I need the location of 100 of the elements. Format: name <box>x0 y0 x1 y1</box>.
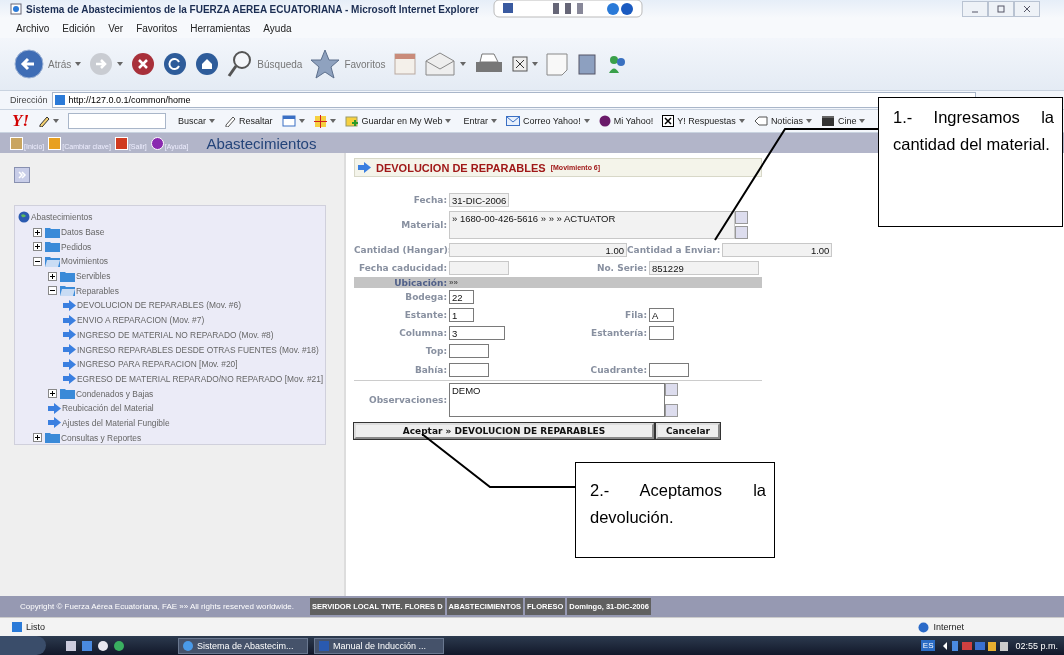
tree-item[interactable]: Consultas y Reportes <box>61 432 142 443</box>
start-button[interactable] <box>0 636 46 655</box>
scrollbar[interactable] <box>665 383 677 417</box>
folder-icon <box>60 388 75 400</box>
tree-item[interactable]: Servibles <box>76 271 111 282</box>
toolbar-button[interactable]: Correo Yahoo! <box>522 116 581 126</box>
menu-item[interactable]: Ayuda <box>263 22 292 34</box>
expand-toggle[interactable] <box>48 389 57 399</box>
caret-icon[interactable] <box>583 119 590 123</box>
text-field[interactable] <box>649 363 689 377</box>
logo[interactable]: Y! <box>12 111 29 131</box>
toolbar-button[interactable]: Mi Yahoo! <box>613 116 654 126</box>
caret-icon[interactable] <box>298 119 305 123</box>
expand-toggle[interactable] <box>33 227 42 237</box>
arrow-icon <box>63 358 76 370</box>
scrollbar[interactable] <box>735 211 747 239</box>
accept-button[interactable]: Aceptar » DEVOLUCION DE REPARABLES <box>354 423 654 439</box>
field-label: Estantería: <box>590 328 647 338</box>
collapse-toggle[interactable] <box>48 286 57 296</box>
tree-item[interactable]: Condenados y Bajas <box>76 388 154 399</box>
close-icon[interactable] <box>1023 5 1031 13</box>
text-field[interactable] <box>449 363 489 377</box>
tree-item[interactable]: ENVIO A REPARACION (Mov. #7) <box>77 315 205 326</box>
tree-item[interactable]: Reparables <box>76 285 119 296</box>
text-field[interactable]: 3 <box>449 326 505 340</box>
search-field[interactable] <box>68 113 166 129</box>
caret-icon[interactable] <box>531 62 538 66</box>
expand-toggle[interactable] <box>48 271 57 281</box>
toolbar-button[interactable]: Resaltar <box>239 116 273 126</box>
open-folder-icon <box>60 285 75 297</box>
text-field[interactable]: 22 <box>449 290 474 304</box>
caret-icon[interactable] <box>329 119 336 123</box>
caret-icon[interactable] <box>75 62 82 66</box>
caret-icon[interactable] <box>805 119 812 123</box>
tree-item[interactable]: Datos Base <box>61 227 105 238</box>
open-folder-icon <box>45 255 60 267</box>
tree-item[interactable]: INGRESO PARA REPARACION [Mov. #20] <box>77 359 238 370</box>
text-field[interactable]: 31-DIC-2006 <box>449 193 509 207</box>
text-field[interactable] <box>449 261 509 275</box>
tree-item[interactable]: EGRESO DE MATERIAL REPARADO/NO REPARADO [Mov. #21] <box>77 373 324 384</box>
address-label: Dirección <box>10 95 48 105</box>
text-area[interactable]: DEMO <box>449 383 665 417</box>
toolbar-button[interactable]: Y! Respuestas <box>677 116 736 126</box>
tree-item[interactable]: Ajustes del Material Fungible <box>62 417 170 428</box>
caret-icon[interactable] <box>445 119 452 123</box>
text-field[interactable]: 1 <box>449 308 474 322</box>
menu-item[interactable]: Edición <box>62 22 96 34</box>
home-icon <box>195 52 220 76</box>
toolbar-button[interactable]: Entrar <box>463 116 488 126</box>
text-field[interactable]: 851229 <box>649 261 759 275</box>
field-label: Material: <box>400 220 447 230</box>
text-field[interactable]: A <box>649 308 674 322</box>
caret-icon[interactable] <box>738 119 745 123</box>
tree-item[interactable]: Reubicación del Material <box>62 403 154 414</box>
text-area[interactable]: » 1680-00-426-5616 » » » ACTUATOR <box>449 211 735 239</box>
globe-icon <box>18 211 30 224</box>
tree-item[interactable]: INGRESO DE MATERIAL NO REPARADO (Mov. #8) <box>77 329 274 340</box>
menu-item[interactable]: Archivo <box>16 22 50 34</box>
language-indicator[interactable]: ES <box>920 640 936 651</box>
search-icon <box>227 50 254 78</box>
expand-panel-button[interactable] <box>14 167 30 183</box>
menu-item[interactable]: Favoritos <box>136 22 178 34</box>
text-field[interactable]: 1.00 <box>449 243 627 257</box>
text-field[interactable] <box>449 344 489 358</box>
taskbar-button[interactable]: Manual de Inducción ... <box>314 637 444 654</box>
text-field[interactable] <box>649 326 674 340</box>
toolbar-button[interactable]: Favoritos <box>344 58 386 70</box>
caret-icon[interactable] <box>859 119 866 123</box>
text-field[interactable]: 1.00 <box>722 243 833 257</box>
caret-icon[interactable] <box>209 119 215 123</box>
toolbar-button[interactable]: Búsqueda <box>257 58 303 70</box>
tree-item[interactable]: Movimientos <box>61 256 108 267</box>
document-icon <box>511 56 528 72</box>
maximize-icon[interactable] <box>997 5 1005 13</box>
caret-icon[interactable] <box>117 62 124 66</box>
toolbar-button[interactable]: Atrás <box>48 58 72 70</box>
field-label: Fecha caducidad: <box>357 263 447 273</box>
tree-item[interactable]: Pedidos <box>61 241 92 252</box>
cancel-button[interactable]: Cancelar <box>656 423 720 439</box>
toolbar-button[interactable]: Buscar <box>178 116 206 126</box>
calendar-icon <box>393 53 416 75</box>
menu-item[interactable]: Ver <box>108 22 124 34</box>
taskbar-button[interactable]: Sistema de Abastecim... <box>178 637 308 654</box>
collapse-toggle[interactable] <box>33 256 42 266</box>
tree-item[interactable]: INGRESO REPARABLES DESDE OTRAS FUENTES (Mov. #18) <box>77 344 319 355</box>
toolbar-button[interactable]: Noticias <box>770 116 803 126</box>
field-label: Observaciones: <box>368 395 447 405</box>
expand-toggle[interactable] <box>33 433 42 443</box>
toolbar-button[interactable]: Cine <box>837 116 857 126</box>
menu-item[interactable]: Herramientas <box>190 22 251 34</box>
expand-toggle[interactable] <box>33 242 42 252</box>
tag-icon <box>753 116 768 126</box>
field-label: Estante: <box>403 310 447 320</box>
tree-item[interactable]: Abastecimientos <box>31 212 93 223</box>
caret-icon[interactable] <box>459 62 466 66</box>
caret-icon[interactable] <box>53 119 59 123</box>
tree-item[interactable]: DEVOLUCION DE REPARABLES (Mov. #6) <box>77 300 241 311</box>
toolbar-button[interactable]: Guardar en My Web <box>361 116 443 126</box>
caret-icon[interactable] <box>490 119 497 123</box>
address-field[interactable]: http://127.0.0.1/common/home <box>51 92 976 108</box>
